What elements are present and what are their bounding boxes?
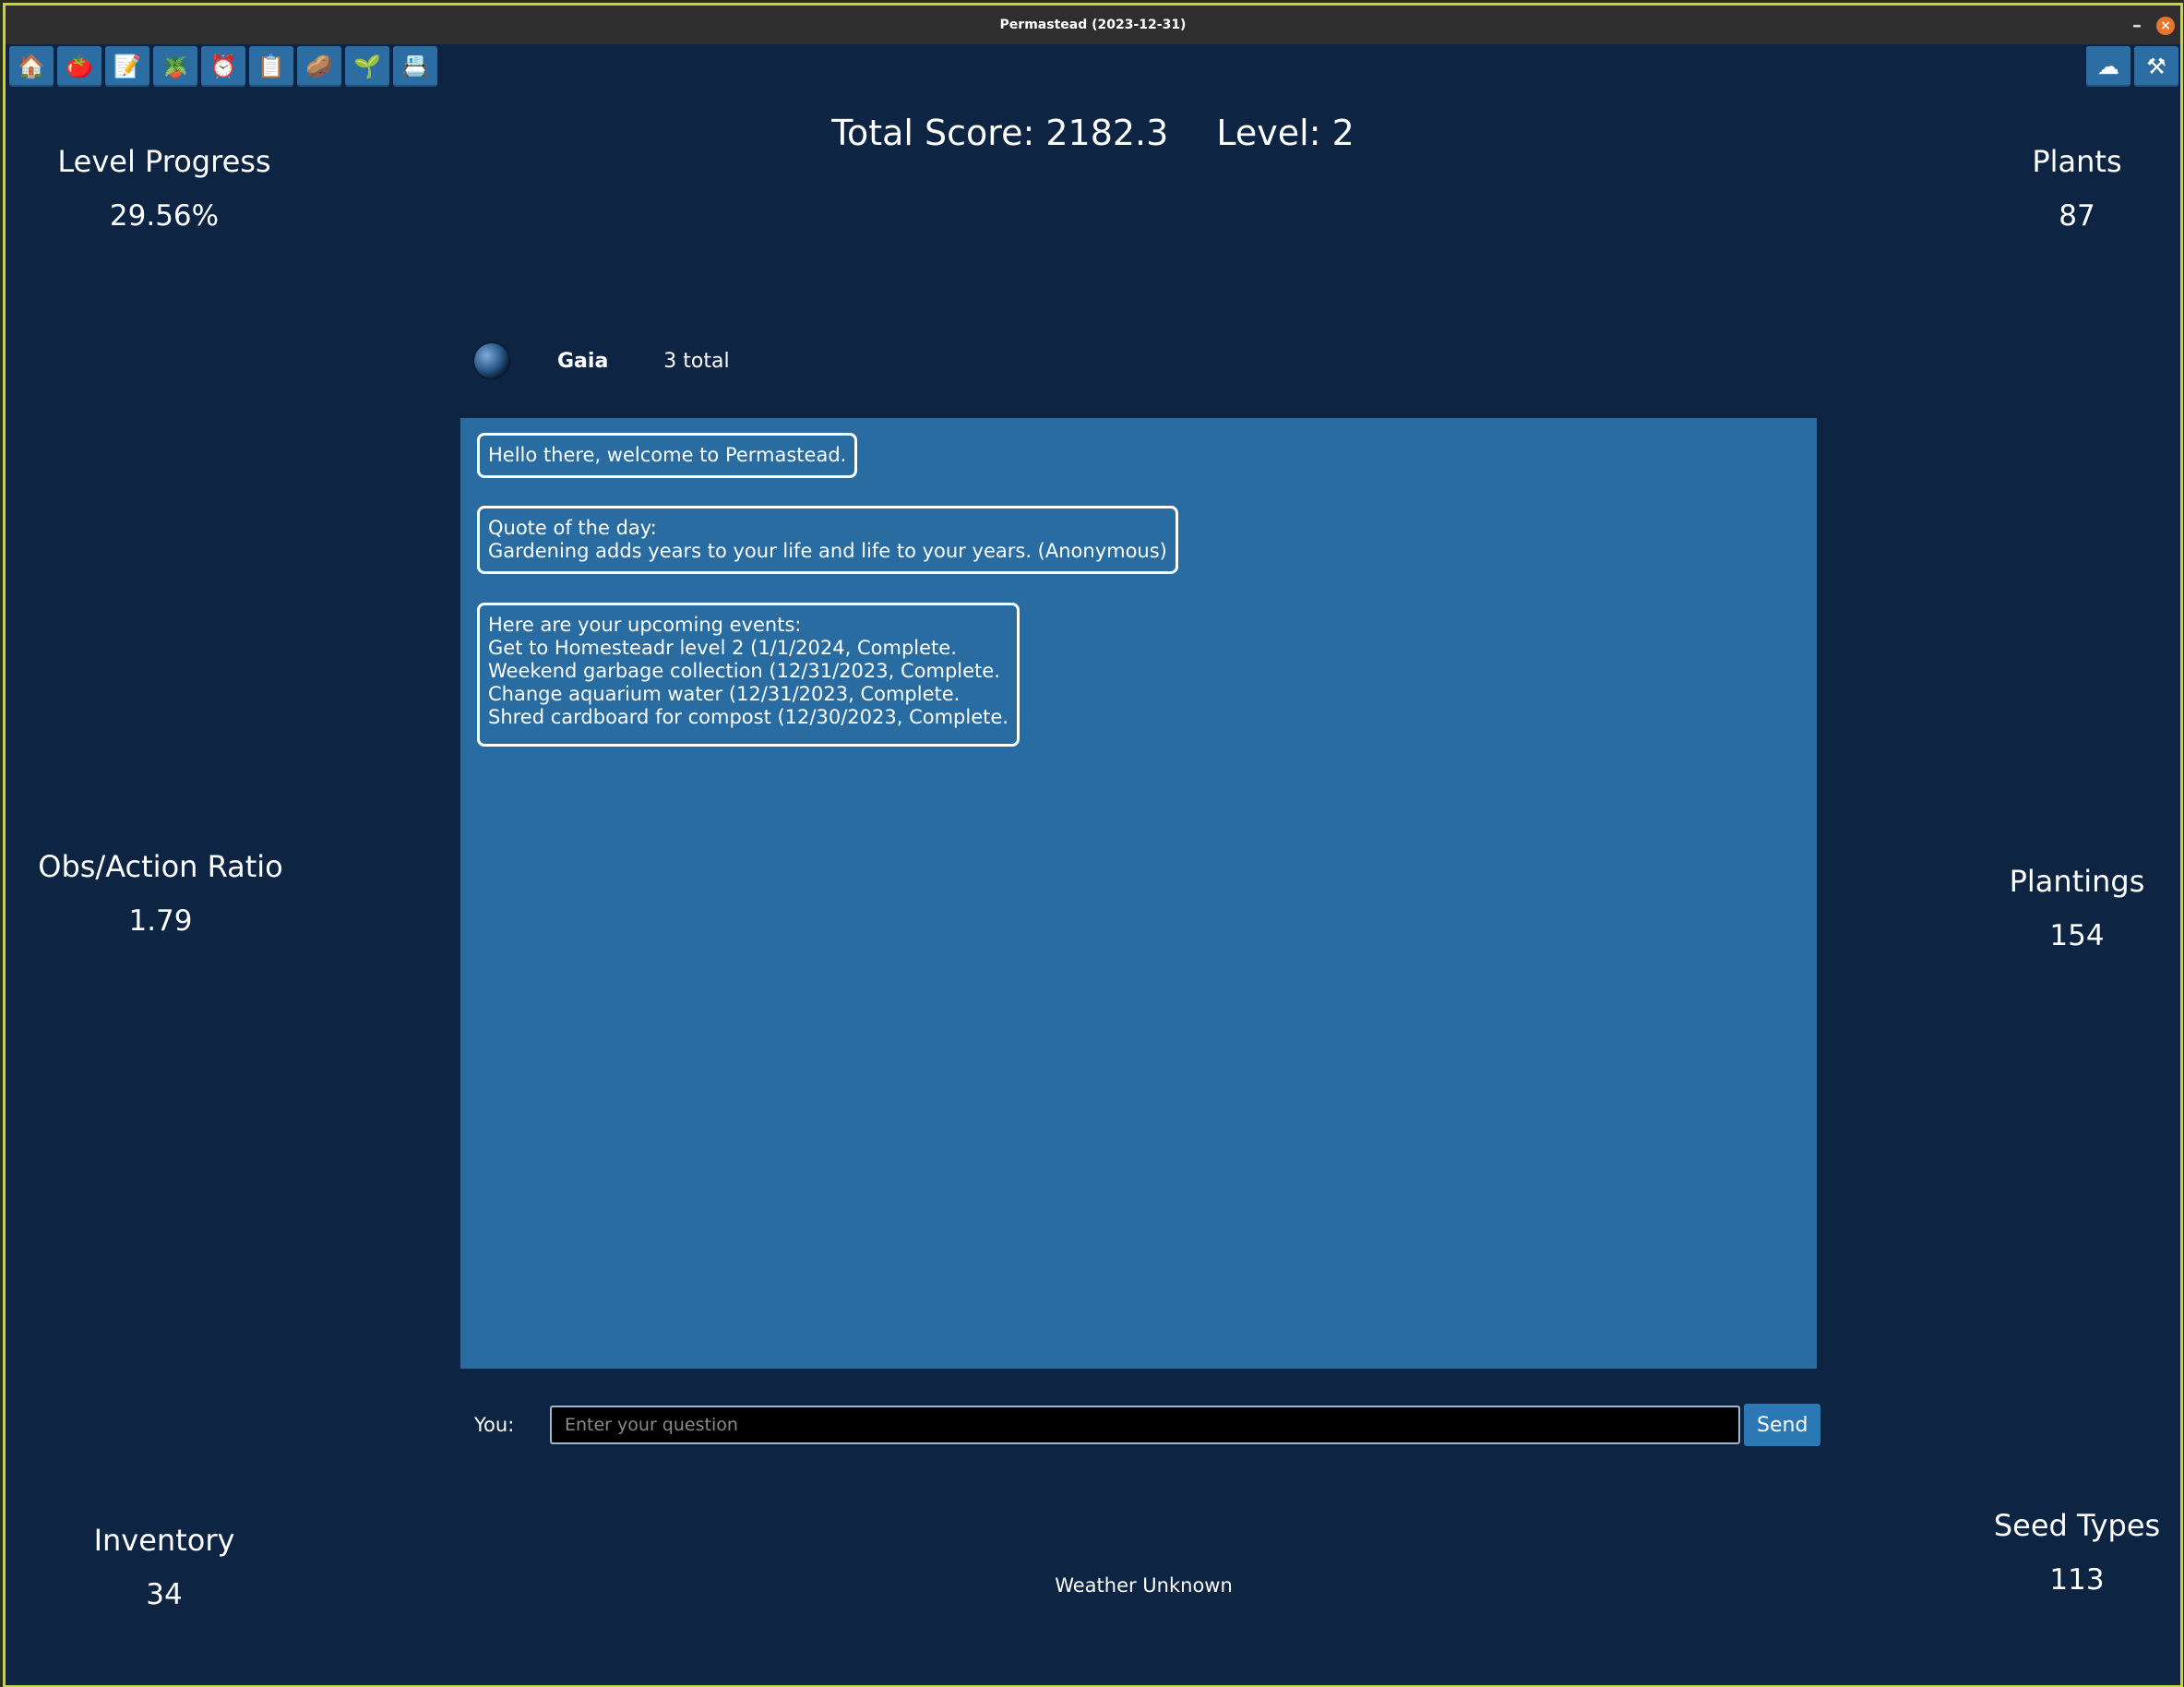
send-button[interactable]: Send	[1744, 1404, 1821, 1446]
home-icon: 🏠	[18, 54, 45, 79]
question-input[interactable]	[550, 1406, 1740, 1444]
tasks-button[interactable]: 📋	[249, 46, 293, 87]
stat-label: Plants	[2032, 144, 2122, 179]
you-label: You:	[474, 1414, 515, 1436]
close-button[interactable]: ×	[2156, 17, 2175, 35]
right-toolbar: ☁ ⚒	[2086, 46, 2178, 87]
actions-button[interactable]: 🪴	[153, 46, 197, 87]
events-button[interactable]: ⏰	[201, 46, 245, 87]
weather-status: Weather Unknown	[1055, 1574, 1233, 1597]
sprout-icon: 🌱	[353, 54, 381, 79]
weather-button[interactable]: ☁	[2086, 46, 2130, 87]
agent-name: Gaia	[557, 349, 609, 373]
shovel-icon: 🪴	[161, 54, 189, 79]
contacts-button[interactable]: 📇	[393, 46, 437, 87]
stat-plantings: Plantings 154	[1929, 864, 2180, 952]
chat-panel[interactable]: Hello there, welcome to Permastead. Quot…	[460, 418, 1817, 1369]
clipboard-icon: 📋	[257, 54, 285, 79]
tomato-icon: 🍅	[66, 54, 93, 79]
message-count: 3 total	[663, 349, 730, 373]
stat-label: Obs/Action Ratio	[38, 849, 283, 884]
plants-button[interactable]: 🌱	[345, 46, 389, 87]
alarm-clock-icon: ⏰	[209, 54, 237, 79]
notepad-icon: 📝	[113, 54, 141, 79]
home-button[interactable]: 🏠	[9, 46, 54, 87]
stat-label: Inventory	[93, 1523, 235, 1558]
stat-label: Seed Types	[1993, 1508, 2161, 1543]
stat-inventory: Inventory 34	[17, 1523, 312, 1611]
chat-header: Gaia 3 total	[474, 341, 730, 380]
seeds-button[interactable]: 🥔	[297, 46, 341, 87]
minimize-button[interactable]: –	[2132, 6, 2142, 44]
stat-plants: Plants 87	[1929, 144, 2180, 233]
stat-value: 154	[2049, 919, 2105, 952]
chat-message: Quote of the day: Gardening adds years t…	[477, 506, 1178, 574]
stat-label: Plantings	[2009, 864, 2145, 899]
title-bar: Permastead (2023-12-31) – ×	[6, 6, 2180, 44]
cloud-icon: ☁	[2097, 54, 2119, 79]
seed-icon: 🥔	[305, 54, 333, 79]
settings-button[interactable]: ⚒	[2134, 46, 2178, 87]
level-indicator: Level: 2	[1216, 113, 1355, 153]
stat-value: 1.79	[128, 904, 193, 938]
stat-value: 87	[2059, 199, 2095, 233]
gaia-avatar	[474, 343, 509, 378]
stat-level-progress: Level Progress 29.56%	[17, 144, 312, 233]
stat-obs-action-ratio: Obs/Action Ratio 1.79	[13, 849, 308, 938]
harvest-button[interactable]: 🍅	[57, 46, 101, 87]
app-window: Permastead (2023-12-31) – × 🏠 🍅 📝 🪴 ⏰ 📋 …	[3, 3, 2183, 1687]
question-row: You: Send	[474, 1402, 1821, 1448]
tools-icon: ⚒	[2146, 54, 2166, 79]
chat-message: Here are your upcoming events: Get to Ho…	[477, 603, 1020, 747]
stat-label: Level Progress	[57, 144, 271, 179]
stat-value: 29.56%	[109, 199, 220, 233]
score-bar: Total Score: 2182.3 Level: 2	[6, 113, 2180, 153]
main-toolbar: 🏠 🍅 📝 🪴 ⏰ 📋 🥔 🌱 📇	[9, 46, 437, 87]
observations-button[interactable]: 📝	[105, 46, 149, 87]
chat-message: Hello there, welcome to Permastead.	[477, 433, 858, 478]
total-score: Total Score: 2182.3	[831, 113, 1169, 153]
id-card-icon: 📇	[401, 54, 429, 79]
window-title: Permastead (2023-12-31)	[999, 18, 1187, 32]
